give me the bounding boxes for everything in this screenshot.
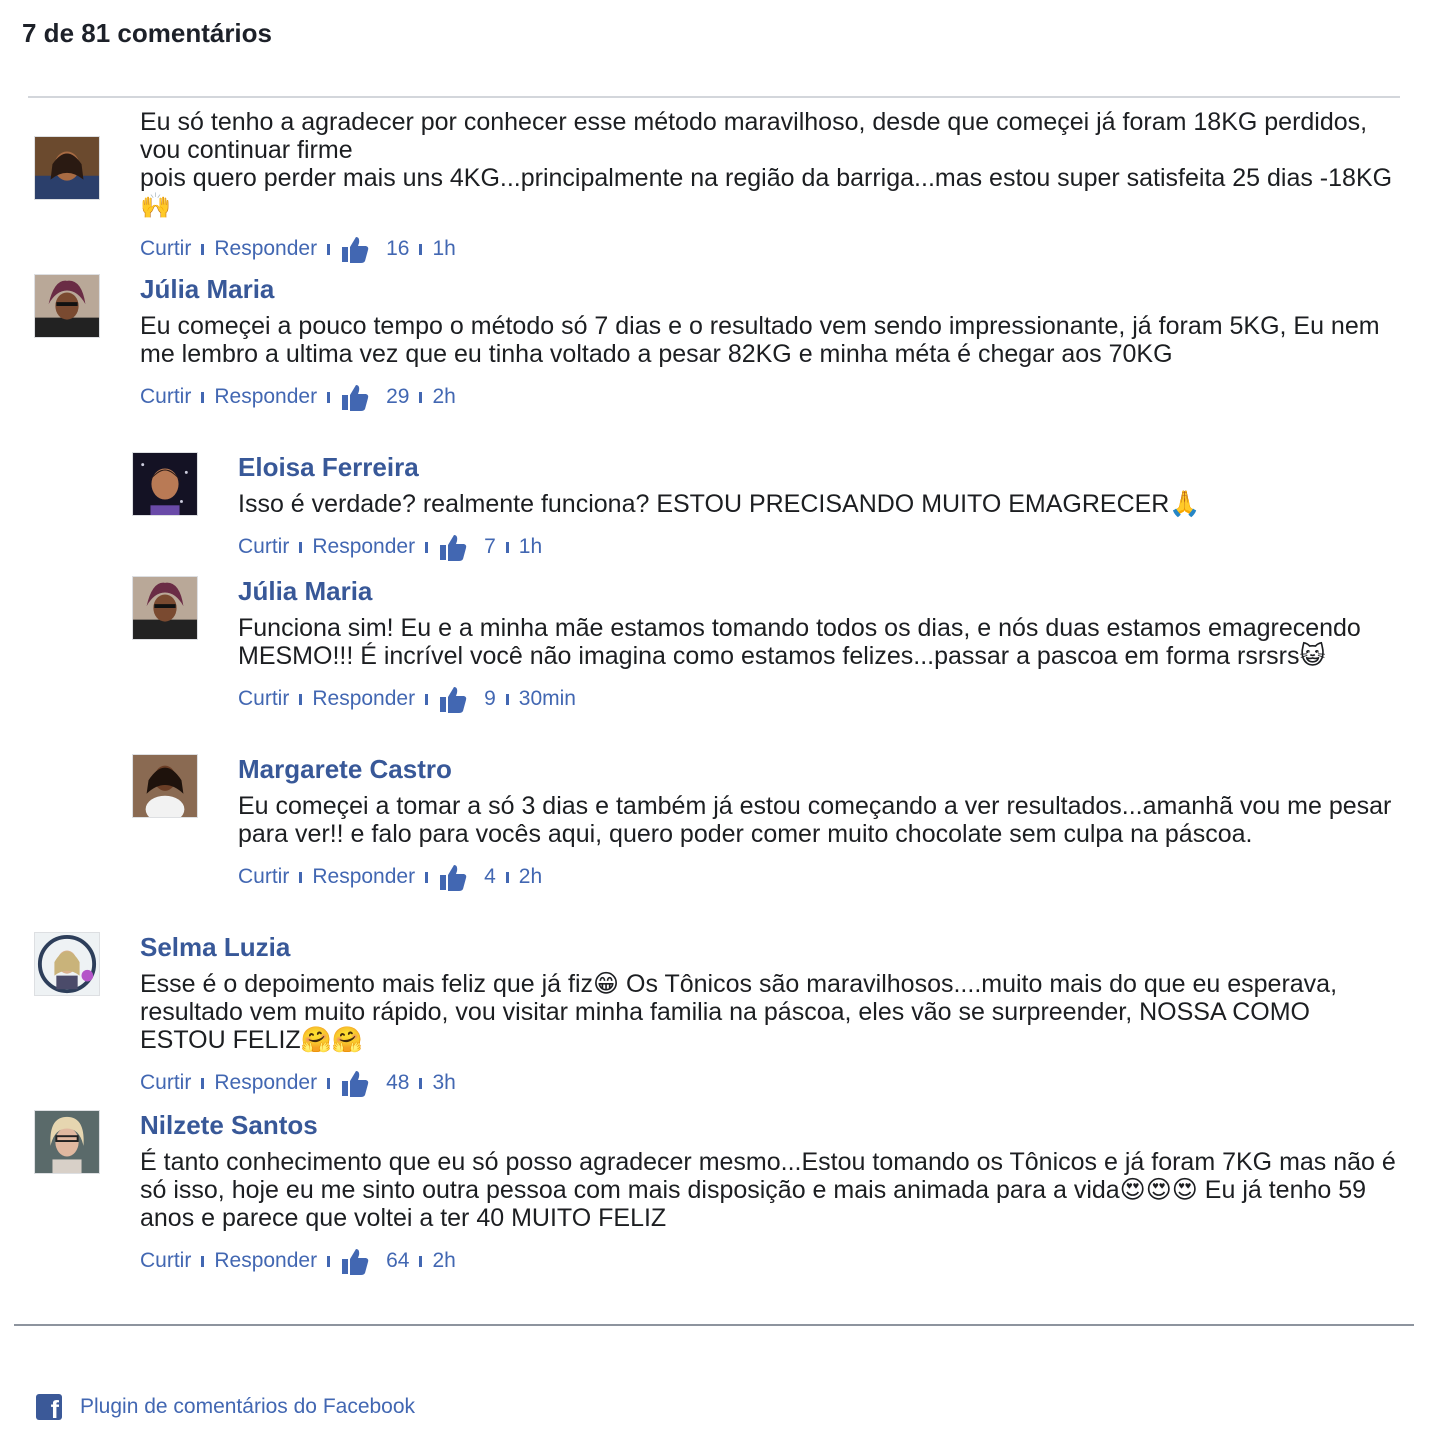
reply-link[interactable]: Responder <box>214 1071 317 1095</box>
avatar[interactable] <box>34 1110 100 1174</box>
comment-text: É tanto conhecimento que eu só posso agr… <box>140 1148 1403 1232</box>
separator <box>419 243 423 255</box>
like-link[interactable]: Curtir <box>140 1071 191 1095</box>
reply-link[interactable]: Responder <box>214 385 317 409</box>
like-link[interactable]: Curtir <box>238 865 289 889</box>
thumbs-up-icon <box>340 1246 370 1276</box>
like-count: 16 <box>386 237 410 260</box>
facebook-plugin-footer[interactable]: f Plugin de comentários do Facebook <box>36 1394 415 1423</box>
like-link[interactable]: Curtir <box>140 1249 191 1273</box>
avatar[interactable] <box>132 452 198 516</box>
avatar[interactable] <box>132 576 198 640</box>
separator <box>201 243 205 255</box>
separator <box>419 391 423 403</box>
thumbs-up-icon <box>340 234 370 264</box>
like-count: 9 <box>484 687 496 710</box>
avatar[interactable] <box>34 274 100 338</box>
timestamp[interactable]: 2h <box>432 385 455 409</box>
separator <box>419 1255 423 1267</box>
thumbs-up-icon <box>438 684 468 714</box>
like-link[interactable]: Curtir <box>238 535 289 559</box>
like-count: 29 <box>386 385 410 408</box>
timestamp[interactable]: 2h <box>432 1249 455 1273</box>
reply-link[interactable]: Responder <box>312 535 415 559</box>
timestamp[interactable]: 30min <box>519 687 576 711</box>
author-name[interactable]: Margarete Castro <box>238 754 1398 792</box>
timestamp[interactable]: 2h <box>519 865 542 889</box>
comment-text: Isso é verdade? realmente funciona? ESTO… <box>238 490 1201 518</box>
like-count: 48 <box>386 1071 410 1094</box>
facebook-plugin-link[interactable]: Plugin de comentários do Facebook <box>80 1395 415 1419</box>
comment-text: Eu começei a pouco tempo o método só 7 d… <box>140 312 1387 368</box>
separator <box>201 1077 205 1089</box>
avatar[interactable] <box>34 136 100 200</box>
author-name[interactable]: Júlia Maria <box>140 274 1400 312</box>
separator <box>201 1255 205 1267</box>
like-link[interactable]: Curtir <box>140 237 191 261</box>
timestamp[interactable]: 1h <box>519 535 542 559</box>
like-count: 7 <box>484 535 496 558</box>
separator <box>299 693 303 705</box>
separator <box>299 541 303 553</box>
like-count: 64 <box>386 1249 410 1272</box>
separator <box>419 1077 423 1089</box>
reply-link[interactable]: Responder <box>312 865 415 889</box>
separator <box>425 871 429 883</box>
avatar[interactable] <box>34 932 100 996</box>
facebook-logo-icon: f <box>36 1394 62 1423</box>
separator <box>505 693 509 705</box>
separator <box>327 1255 331 1267</box>
timestamp[interactable]: 3h <box>432 1071 455 1095</box>
comment-text: Eu só tenho a agradecer por conhecer ess… <box>140 108 1393 220</box>
like-link[interactable]: Curtir <box>238 687 289 711</box>
separator <box>327 391 331 403</box>
separator <box>425 693 429 705</box>
separator <box>327 1077 331 1089</box>
thumbs-up-icon <box>438 862 468 892</box>
separator <box>505 871 509 883</box>
thumbs-up-icon <box>340 1068 370 1098</box>
reply-link[interactable]: Responder <box>214 237 317 261</box>
avatar[interactable] <box>132 754 198 818</box>
comment-text: Funciona sim! Eu e a minha mãe estamos t… <box>238 614 1368 670</box>
comment-text: Esse é o depoimento mais feliz que já fi… <box>140 970 1344 1054</box>
like-link[interactable]: Curtir <box>140 385 191 409</box>
bottom-divider <box>14 1324 1414 1326</box>
separator <box>327 243 331 255</box>
like-count: 4 <box>484 865 496 888</box>
reply-link[interactable]: Responder <box>312 687 415 711</box>
separator <box>201 391 205 403</box>
thumbs-up-icon <box>438 532 468 562</box>
separator <box>505 541 509 553</box>
author-name[interactable]: Nilzete Santos <box>140 1110 1400 1148</box>
timestamp[interactable]: 1h <box>432 237 455 261</box>
reply-link[interactable]: Responder <box>214 1249 317 1273</box>
comments-count-header: 7 de 81 comentários <box>22 18 272 48</box>
author-name[interactable]: Selma Luzia <box>140 932 1400 970</box>
separator <box>299 871 303 883</box>
thumbs-up-icon <box>340 382 370 412</box>
top-divider <box>28 96 1400 98</box>
author-name[interactable]: Júlia Maria <box>238 576 1398 614</box>
separator <box>425 541 429 553</box>
comment-text: Eu começei a tomar a só 3 dias e também … <box>238 792 1399 848</box>
author-name[interactable]: Eloisa Ferreira <box>238 452 1398 490</box>
